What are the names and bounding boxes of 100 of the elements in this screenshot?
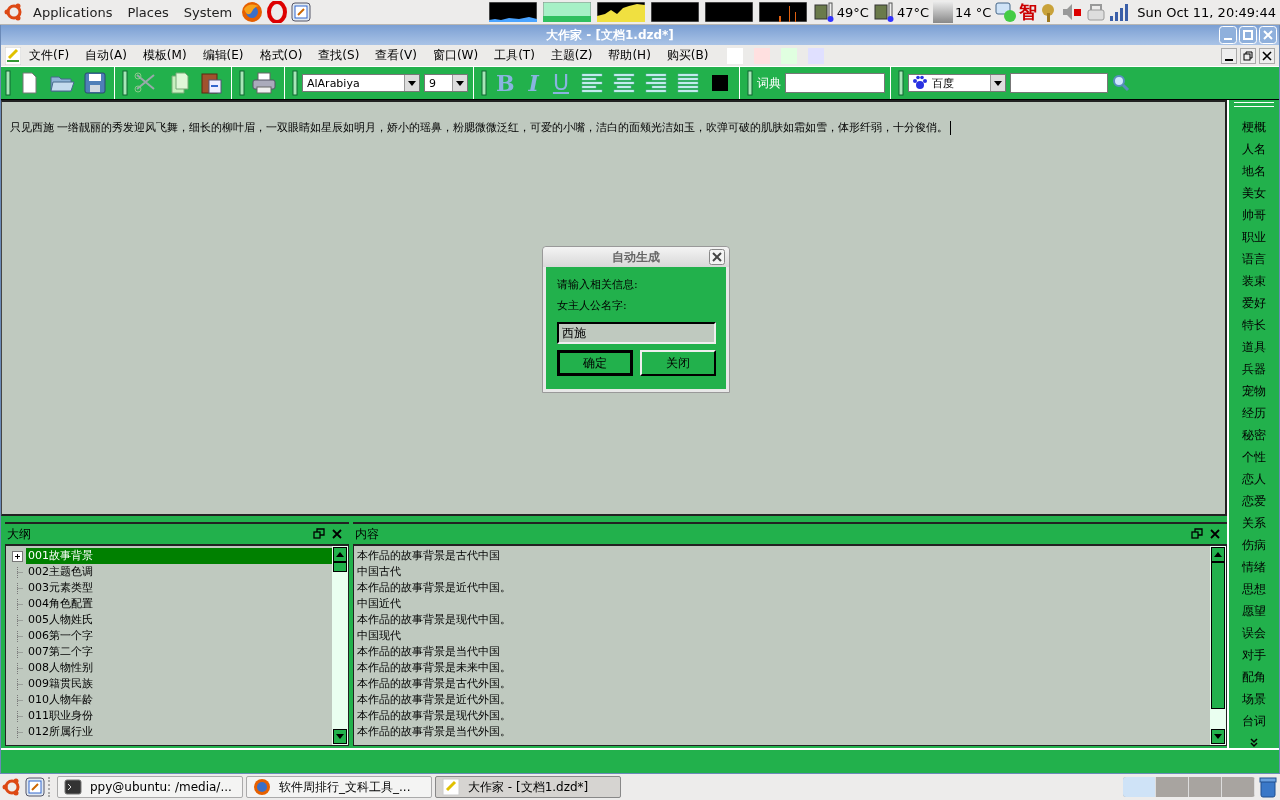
printer-icon[interactable] [251, 71, 277, 95]
toolbar-grip-icon[interactable] [5, 69, 11, 97]
dialog-button[interactable]: 确定 [557, 350, 633, 376]
category-link[interactable]: 愿望 [1242, 600, 1266, 622]
category-link[interactable]: 台词 [1242, 710, 1266, 732]
menu-item[interactable]: 帮助(H) [600, 47, 659, 64]
font-size-dropdown[interactable]: 9 [424, 74, 468, 92]
input-method-indicator[interactable]: 智 [1019, 0, 1038, 24]
toolbar-grip-icon[interactable] [481, 69, 487, 97]
close-icon[interactable] [1209, 528, 1221, 540]
category-link[interactable]: 道具 [1242, 336, 1266, 358]
tree-item[interactable]: 001故事背景 [26, 548, 332, 564]
menu-item[interactable]: 自动(A) [77, 47, 135, 64]
menu-item[interactable]: 文件(F) [21, 47, 78, 64]
align-center-icon[interactable] [612, 71, 636, 95]
tree-item[interactable]: 012所属行业 [26, 724, 95, 740]
panel-menu[interactable]: System [177, 4, 239, 20]
category-link[interactable]: 地名 [1242, 160, 1266, 182]
font-dropdown[interactable]: AlArabiya [302, 74, 420, 92]
trash-icon[interactable] [1258, 776, 1278, 798]
minimize-icon[interactable] [1221, 47, 1237, 64]
editor-icon[interactable] [25, 777, 45, 797]
taskbar-button[interactable]: 软件周排行_文科工具_... [246, 776, 432, 798]
dictionary-field[interactable] [785, 73, 885, 93]
scroll-thumb[interactable] [333, 562, 347, 572]
dialog-button[interactable]: 关闭 [640, 350, 716, 376]
expand-icon[interactable] [12, 550, 23, 562]
signal-bars-icon[interactable] [1109, 2, 1130, 22]
system-monitor-graph[interactable] [758, 2, 807, 22]
category-link[interactable]: 误会 [1242, 622, 1266, 644]
more-chevron-icon[interactable] [1249, 738, 1259, 748]
tree-item[interactable]: 009籍贯民族 [26, 676, 95, 692]
scroll-down-icon[interactable] [333, 729, 347, 744]
tree-item[interactable]: 006第一个字 [26, 628, 95, 644]
taskbar-button[interactable]: 大作家 - [文档1.dzd*] [435, 776, 621, 798]
category-link[interactable]: 特长 [1242, 314, 1266, 336]
menu-item[interactable]: 查找(S) [310, 47, 368, 64]
category-link[interactable]: 美女 [1242, 182, 1266, 204]
scroll-up-icon[interactable] [1211, 547, 1225, 562]
search-engine-dropdown[interactable]: 百度 [908, 74, 1006, 92]
system-monitor-graph[interactable] [704, 2, 753, 22]
taskbar-button[interactable]: ppy@ubuntu: /media/... [57, 776, 243, 798]
content-line[interactable]: 本作品的故事背景是古代中国 [354, 548, 1210, 564]
content-line[interactable]: 本作品的故事背景是近代中国。 [354, 580, 1210, 596]
scroll-thumb[interactable] [1211, 562, 1225, 709]
editor-area[interactable]: 只见西施 一绺靓丽的秀发迎风飞舞，细长的柳叶眉，一双眼睛如星辰如明月，娇小的瑶鼻，粉腮微微泛红，可爱的小嘴，洁白的面颊光洁如玉，吹弹可破的肌肤如霜如雪，体形纤弱，十分俊俏。 自动生成 请输入相关信息: 女主人公名字: 西施 确定 关闭 [1, 100, 1227, 516]
category-link[interactable]: 关系 [1242, 512, 1266, 534]
scroll-down-icon[interactable] [1211, 729, 1225, 744]
toolbar-grip-icon[interactable] [898, 69, 904, 97]
menu-item[interactable]: 编辑(E) [194, 47, 252, 64]
copy-icon[interactable] [168, 71, 192, 95]
close-icon[interactable] [709, 249, 725, 265]
chat-bubble-icon[interactable] [995, 1, 1018, 23]
category-link[interactable]: 个性 [1242, 446, 1266, 468]
tree-item[interactable]: 003元素类型 [26, 580, 95, 596]
category-link[interactable]: 恋人 [1242, 468, 1266, 490]
clock[interactable]: Sun Oct 11, 20:49:44 [1137, 4, 1276, 20]
menu-item[interactable]: 格式(O) [251, 47, 311, 64]
category-link[interactable]: 秘密 [1242, 424, 1266, 446]
category-link[interactable]: 帅哥 [1242, 204, 1266, 226]
scroll-up-icon[interactable] [333, 547, 347, 562]
editor-icon[interactable] [291, 2, 312, 22]
tree-item[interactable]: 010人物年龄 [26, 692, 95, 708]
ubuntu-logo-icon[interactable] [4, 2, 24, 22]
ubuntu-logo-icon[interactable] [2, 777, 22, 797]
close-icon[interactable] [331, 528, 343, 540]
category-link[interactable]: 语言 [1242, 248, 1266, 270]
panel-menu[interactable]: Applications [27, 4, 119, 20]
system-monitor-graph[interactable] [650, 2, 699, 22]
tree-item[interactable]: 004角色配置 [26, 596, 95, 612]
name-field[interactable]: 西施 [557, 322, 716, 344]
scrollbar[interactable] [332, 546, 348, 745]
menu-item[interactable]: 工具(T) [486, 47, 543, 64]
menu-item[interactable]: 窗口(W) [424, 47, 487, 64]
category-link[interactable]: 情绪 [1242, 556, 1266, 578]
tree-item[interactable]: 008人物性别 [26, 660, 95, 676]
category-link[interactable]: 场景 [1242, 688, 1266, 710]
content-line[interactable]: 本作品的故事背景是现代中国。 [354, 612, 1210, 628]
category-link[interactable]: 恋爱 [1242, 490, 1266, 512]
toolbar-grip-icon[interactable] [239, 69, 245, 97]
align-right-icon[interactable] [644, 71, 668, 95]
system-monitor-graph[interactable] [596, 2, 645, 22]
category-link[interactable]: 伤病 [1242, 534, 1266, 556]
category-link[interactable]: 宠物 [1242, 380, 1266, 402]
content-line[interactable]: 本作品的故事背景是当代外国。 [354, 724, 1210, 740]
category-link[interactable]: 兵器 [1242, 358, 1266, 380]
restore-icon[interactable] [1240, 47, 1256, 64]
category-link[interactable]: 装束 [1242, 270, 1266, 292]
toolbar-grip-icon[interactable] [122, 69, 128, 97]
opera-icon[interactable] [266, 1, 289, 23]
float-icon[interactable] [1191, 528, 1203, 540]
search-field[interactable] [1010, 73, 1108, 93]
toolbar-grip-icon[interactable] [292, 69, 298, 97]
menu-item[interactable]: 模板(M) [134, 47, 195, 64]
category-link[interactable]: 对手 [1242, 644, 1266, 666]
close-icon[interactable] [1259, 47, 1275, 64]
content-line[interactable]: 本作品的故事背景是当代中国 [354, 644, 1210, 660]
content-line[interactable]: 中国现代 [354, 628, 1210, 644]
content-line[interactable]: 本作品的故事背景是现代外国。 [354, 708, 1210, 724]
category-link[interactable]: 经历 [1242, 402, 1266, 424]
